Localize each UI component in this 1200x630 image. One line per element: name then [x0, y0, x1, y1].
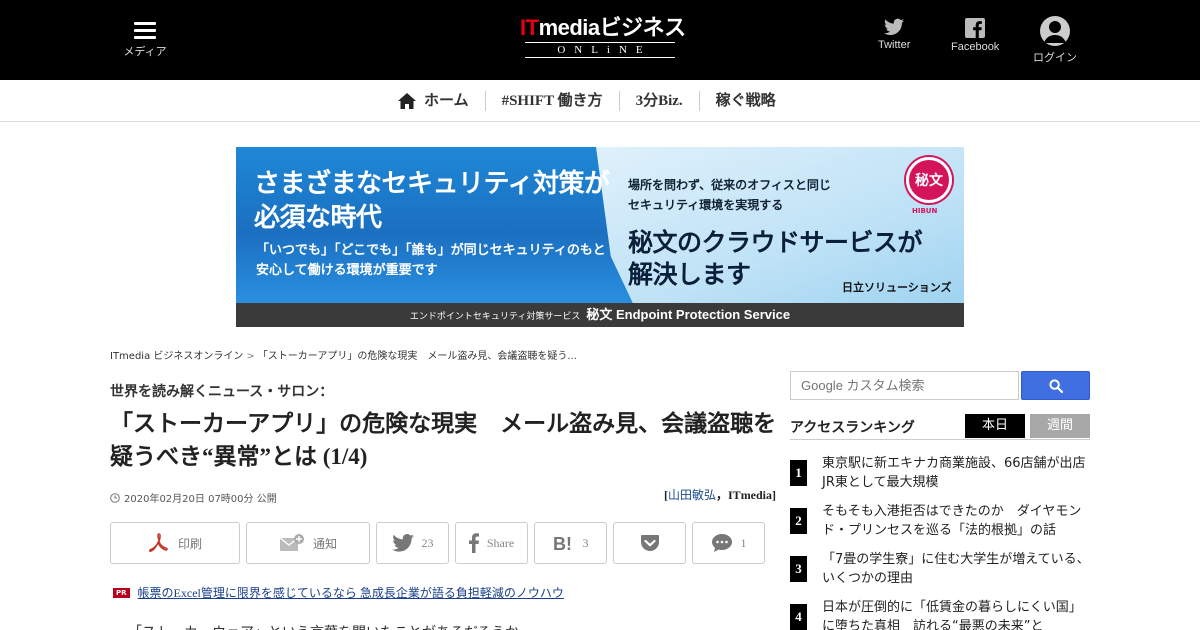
banner-footer: エンドポイントセキュリティ対策サービス 秘文 Endpoint Protectio…	[236, 303, 964, 327]
logo-wordmark: ITmediaビジネス	[520, 15, 686, 40]
facebook-icon	[965, 18, 986, 38]
ranking-number: 3	[790, 556, 807, 582]
pocket-button[interactable]	[613, 522, 686, 564]
notify-mail-icon	[279, 534, 304, 551]
ranking-item[interactable]: 2 そもそも入港拒否はできたのか ダイヤモンド・プリンセスを巡る「法的根拠」の話	[790, 502, 1090, 540]
print-pdf-icon	[148, 533, 168, 552]
ranking-item[interactable]: 4 日本が圧倒的に「低賃金の暮らしにくい国」に堕ちた真相 訪れる“最悪の未来”と	[790, 598, 1090, 630]
ranking-number: 1	[790, 460, 807, 486]
comment-button[interactable]: 1	[692, 522, 765, 564]
banner-right-text: 場所を問わず、従来のオフィスと同じ セキュリティ環境を実現する	[628, 178, 831, 212]
facebook-link[interactable]: Facebook	[951, 18, 999, 53]
pr-promo: PR 帳票のExcel管理に限界を感じているなら 急成長企業が語る負担軽減のノウ…	[113, 584, 564, 601]
tweet-button[interactable]: 23	[376, 522, 449, 564]
ranking-link[interactable]: そもそも入港拒否はできたのか ダイヤモンド・プリンセスを巡る「法的根拠」の話	[822, 502, 1090, 540]
print-button[interactable]: 印刷	[110, 522, 240, 564]
ranking-item[interactable]: 1 東京駅に新エキナカ商業施設、66店舗が出店 JR東として最大規模	[790, 454, 1099, 492]
hatena-count: 3	[582, 535, 589, 550]
facebook-share-button[interactable]: Share	[455, 522, 528, 564]
author-link[interactable]: 山田敏弘	[668, 488, 716, 502]
home-icon	[398, 93, 416, 109]
tweet-count: 23	[421, 535, 434, 550]
hatena-b-icon: B!	[553, 534, 572, 552]
breadcrumb: ITmedia ビジネスオンライン > 「ストーカーアプリ」の危険な現実 メール盗み…	[110, 351, 577, 362]
site-header: メディア ITmediaビジネス ONLiNE Twitter Facebook…	[0, 0, 1200, 80]
comment-bubble-icon	[711, 534, 732, 552]
ranking-divider	[790, 439, 1090, 440]
ranking-number: 2	[790, 508, 807, 534]
hamburger-icon	[134, 22, 156, 39]
comment-count: 1	[740, 535, 747, 550]
pr-link[interactable]: 帳票のExcel管理に限界を感じているなら 急成長企業が語る負担軽減のノウハウ	[138, 584, 564, 601]
media-menu-label: メディア	[123, 45, 167, 58]
nav-kasegu[interactable]: 稼ぐ戦略	[698, 91, 792, 111]
notify-button[interactable]: 通知	[246, 522, 370, 564]
banner-ad[interactable]: さまざまなセキュリティ対策が 必須な時代 「いつでも」「どこでも」「誰も」が同じセ…	[236, 147, 964, 327]
article-body: 「ストーカーウェア」という言葉を聞いたことがあるだろうか。	[128, 622, 533, 630]
twitter-icon	[391, 534, 414, 552]
hatena-bookmark-button[interactable]: B! 3	[534, 522, 607, 564]
search-icon	[1048, 378, 1063, 393]
nav-3minbiz[interactable]: 3分Biz.	[618, 91, 699, 111]
ranking-title: アクセスランキング	[790, 419, 915, 435]
hibun-logo: 秘文	[906, 157, 952, 203]
article-kicker[interactable]: 世界を読み解くニュース・サロン：	[110, 381, 333, 401]
article-title: 「ストーカーアプリ」の危険な現実 メール盗み見、会議盗聴を疑うべき“異常”とは …	[110, 411, 777, 469]
login-link[interactable]: ログイン	[1033, 16, 1077, 65]
share-buttons: 印刷 通知 23 Share B! 3 1	[110, 522, 771, 564]
user-avatar-icon	[1040, 16, 1070, 46]
twitter-link[interactable]: Twitter	[878, 18, 910, 51]
tab-week[interactable]: 週間	[1030, 414, 1090, 438]
banner-company: 日立ソリューションズ	[842, 281, 952, 294]
breadcrumb-home[interactable]: ITmedia ビジネスオンライン	[110, 351, 243, 362]
ranking-link[interactable]: 東京駅に新エキナカ商業施設、66店舗が出店 JR東として最大規模	[822, 454, 1099, 492]
nav-home[interactable]: ホーム	[398, 91, 485, 111]
facebook-share-label: Share	[486, 535, 515, 550]
publish-date: 2020年02月20日 07時00分 公開	[110, 490, 277, 505]
global-nav: ホーム #SHIFT 働き方 3分Biz. 稼ぐ戦略	[0, 80, 1200, 122]
banner-headline: さまざまなセキュリティ対策が 必須な時代	[254, 169, 610, 233]
logo-online: ONLiNE	[525, 42, 675, 58]
search-input[interactable]	[790, 371, 1019, 400]
breadcrumb-current: 「ストーカーアプリ」の危険な現実 メール盗み見、会議盗聴を疑う...	[257, 351, 577, 362]
banner-subtext: 「いつでも」「どこでも」「誰も」が同じセキュリティのもと 安心して働ける環境が重要…	[256, 243, 606, 278]
tab-today[interactable]: 本日	[965, 414, 1025, 438]
svg-text:B!: B!	[553, 534, 572, 552]
hibun-logo-caption: HIBUN	[912, 207, 938, 215]
ranking-link[interactable]: 日本が圧倒的に「低賃金の暮らしにくい国」に堕ちた真相 訪れる“最悪の未来”と	[822, 598, 1090, 630]
ranking-item[interactable]: 3 「7畳の学生寮」に住む大学生が増えている、いくつかの理由	[790, 550, 1090, 588]
nav-shift[interactable]: #SHIFT 働き方	[484, 91, 619, 111]
pr-badge: PR	[113, 587, 130, 598]
twitter-icon	[884, 18, 905, 35]
clock-icon	[110, 492, 120, 503]
facebook-f-icon	[468, 533, 479, 553]
search-button[interactable]	[1021, 371, 1090, 400]
media-menu-button[interactable]: メディア	[122, 22, 168, 59]
pocket-icon	[640, 535, 659, 551]
site-logo[interactable]: ITmediaビジネス ONLiNE	[520, 15, 686, 58]
ranking-link[interactable]: 「7畳の学生寮」に住む大学生が増えている、いくつかの理由	[822, 550, 1090, 588]
ranking-number: 4	[790, 604, 807, 630]
byline: [山田敏弘，ITmedia]	[664, 488, 777, 502]
